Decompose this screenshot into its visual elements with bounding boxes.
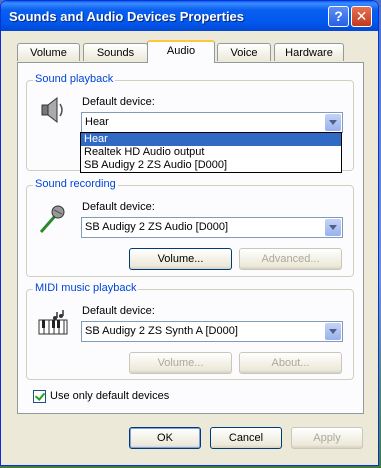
tab-volume[interactable]: Volume bbox=[17, 43, 80, 61]
sound-recording-title: Sound recording bbox=[33, 178, 118, 190]
tab-sounds[interactable]: Sounds bbox=[83, 43, 148, 61]
midi-selected-value: SB Audigy 2 ZS Synth A [D000] bbox=[85, 325, 238, 337]
recording-advanced-button[interactable]: Advanced... bbox=[239, 248, 342, 270]
midi-keyboard-icon bbox=[38, 310, 68, 335]
window-title: Sounds and Audio Devices Properties bbox=[9, 9, 245, 24]
ok-button[interactable]: OK bbox=[129, 427, 201, 449]
recording-device-select[interactable]: SB Audigy 2 ZS Audio [D000] bbox=[81, 217, 343, 238]
audio-tab-panel: Sound playback Default device: Hear Soun… bbox=[17, 62, 364, 414]
tab-hardware[interactable]: Hardware bbox=[274, 43, 344, 61]
recording-selected-value: SB Audigy 2 ZS Audio [D000] bbox=[85, 221, 229, 233]
tab-voice[interactable]: Voice bbox=[217, 43, 271, 61]
apply-button[interactable]: Apply bbox=[291, 427, 363, 449]
microphone-icon bbox=[39, 205, 65, 233]
recording-volume-button[interactable]: Volume... bbox=[129, 248, 232, 270]
use-default-devices-label[interactable]: Use only default devices bbox=[50, 390, 169, 402]
playback-selected-value: Hear bbox=[85, 116, 109, 128]
sound-playback-title: Sound playback bbox=[33, 73, 116, 85]
chevron-down-icon[interactable] bbox=[325, 219, 341, 236]
tab-audio[interactable]: Audio bbox=[147, 40, 215, 63]
dropdown-option-sb-audigy[interactable]: SB Audigy 2 ZS Audio [D000] bbox=[81, 159, 341, 172]
chevron-down-icon[interactable] bbox=[325, 323, 341, 340]
playback-device-select[interactable]: Hear bbox=[81, 112, 343, 133]
help-button[interactable]: ? bbox=[328, 6, 349, 27]
dropdown-option-realtek[interactable]: Realtek HD Audio output bbox=[81, 146, 341, 159]
midi-volume-button[interactable]: Volume... bbox=[129, 352, 232, 374]
speaker-icon bbox=[41, 96, 63, 124]
playback-device-dropdown: Hear Realtek HD Audio output SB Audigy 2… bbox=[80, 132, 342, 173]
cancel-button[interactable]: Cancel bbox=[210, 427, 282, 449]
midi-default-label: Default device: bbox=[82, 305, 155, 317]
midi-playback-title: MIDI music playback bbox=[33, 282, 139, 294]
midi-playback-group: MIDI music playback Default device: SB A… bbox=[26, 282, 354, 380]
midi-device-select[interactable]: SB Audigy 2 ZS Synth A [D000] bbox=[81, 321, 343, 342]
recording-default-label: Default device: bbox=[82, 201, 155, 213]
midi-about-button[interactable]: About... bbox=[239, 352, 342, 374]
use-default-devices-checkbox[interactable] bbox=[33, 390, 46, 403]
playback-default-label: Default device: bbox=[82, 96, 155, 108]
title-bar[interactable]: Sounds and Audio Devices Properties ? ✕ bbox=[1, 1, 378, 31]
sound-recording-group: Sound recording Default device: SB Audig… bbox=[26, 178, 354, 277]
close-button[interactable]: ✕ bbox=[351, 6, 372, 27]
chevron-down-icon[interactable] bbox=[325, 114, 341, 131]
properties-window: Sounds and Audio Devices Properties ? ✕ … bbox=[0, 0, 379, 466]
dropdown-option-hear[interactable]: Hear bbox=[81, 133, 341, 146]
